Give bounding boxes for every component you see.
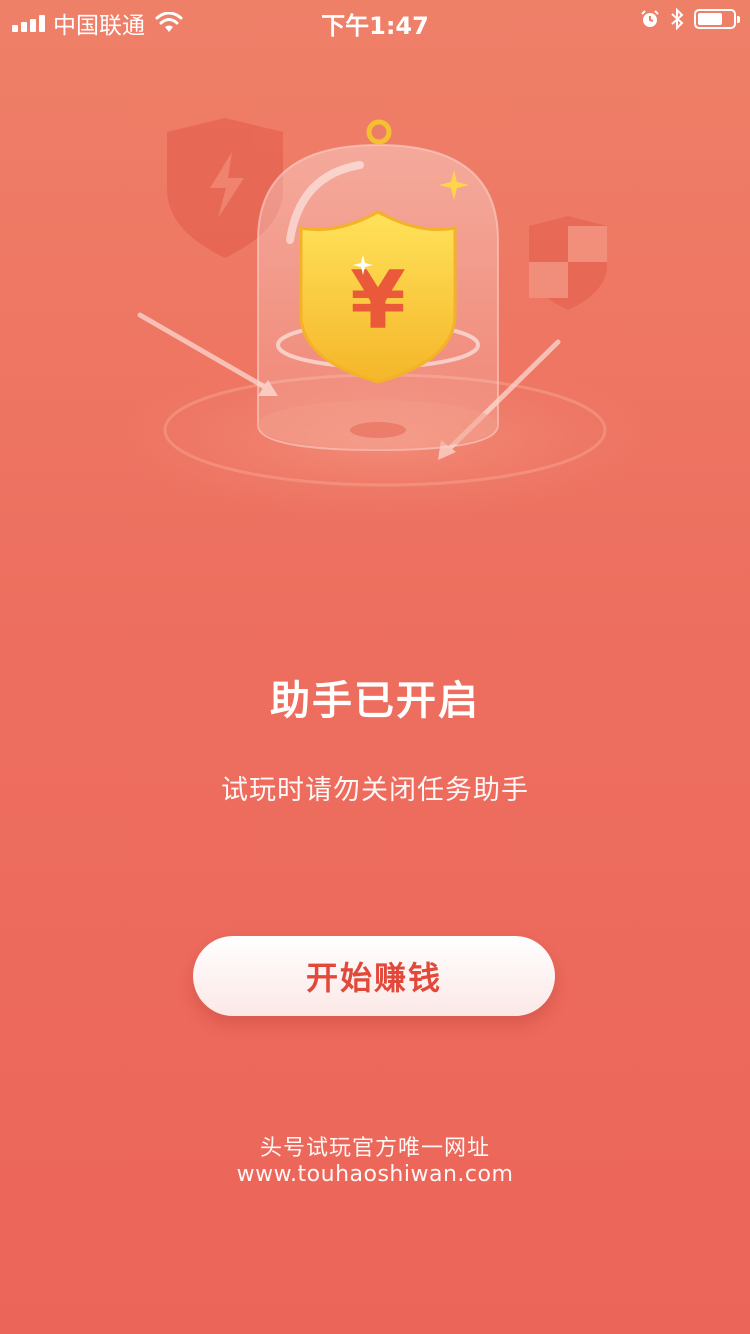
footer-url[interactable]: www.touhaoshiwan.com — [0, 1162, 750, 1187]
shield-checker-icon — [529, 216, 607, 310]
status-right — [640, 8, 740, 30]
protection-illustration: ¥ — [110, 118, 660, 520]
footer-official-notice: 头号试玩官方唯一网址 — [259, 1136, 490, 1161]
yen-symbol: ¥ — [350, 254, 406, 347]
bluetooth-icon — [671, 8, 684, 30]
page-title: 助手已开启 — [270, 678, 480, 724]
status-bar: 中国联通 下午1:47 — [0, 0, 750, 40]
status-time: 下午1:47 — [321, 12, 429, 40]
battery-icon — [694, 9, 740, 29]
alarm-icon — [641, 10, 659, 27]
start-earning-button[interactable]: 开始赚钱 — [193, 936, 555, 1016]
page-subtitle: 试玩时请勿关闭任务助手 — [221, 775, 529, 806]
